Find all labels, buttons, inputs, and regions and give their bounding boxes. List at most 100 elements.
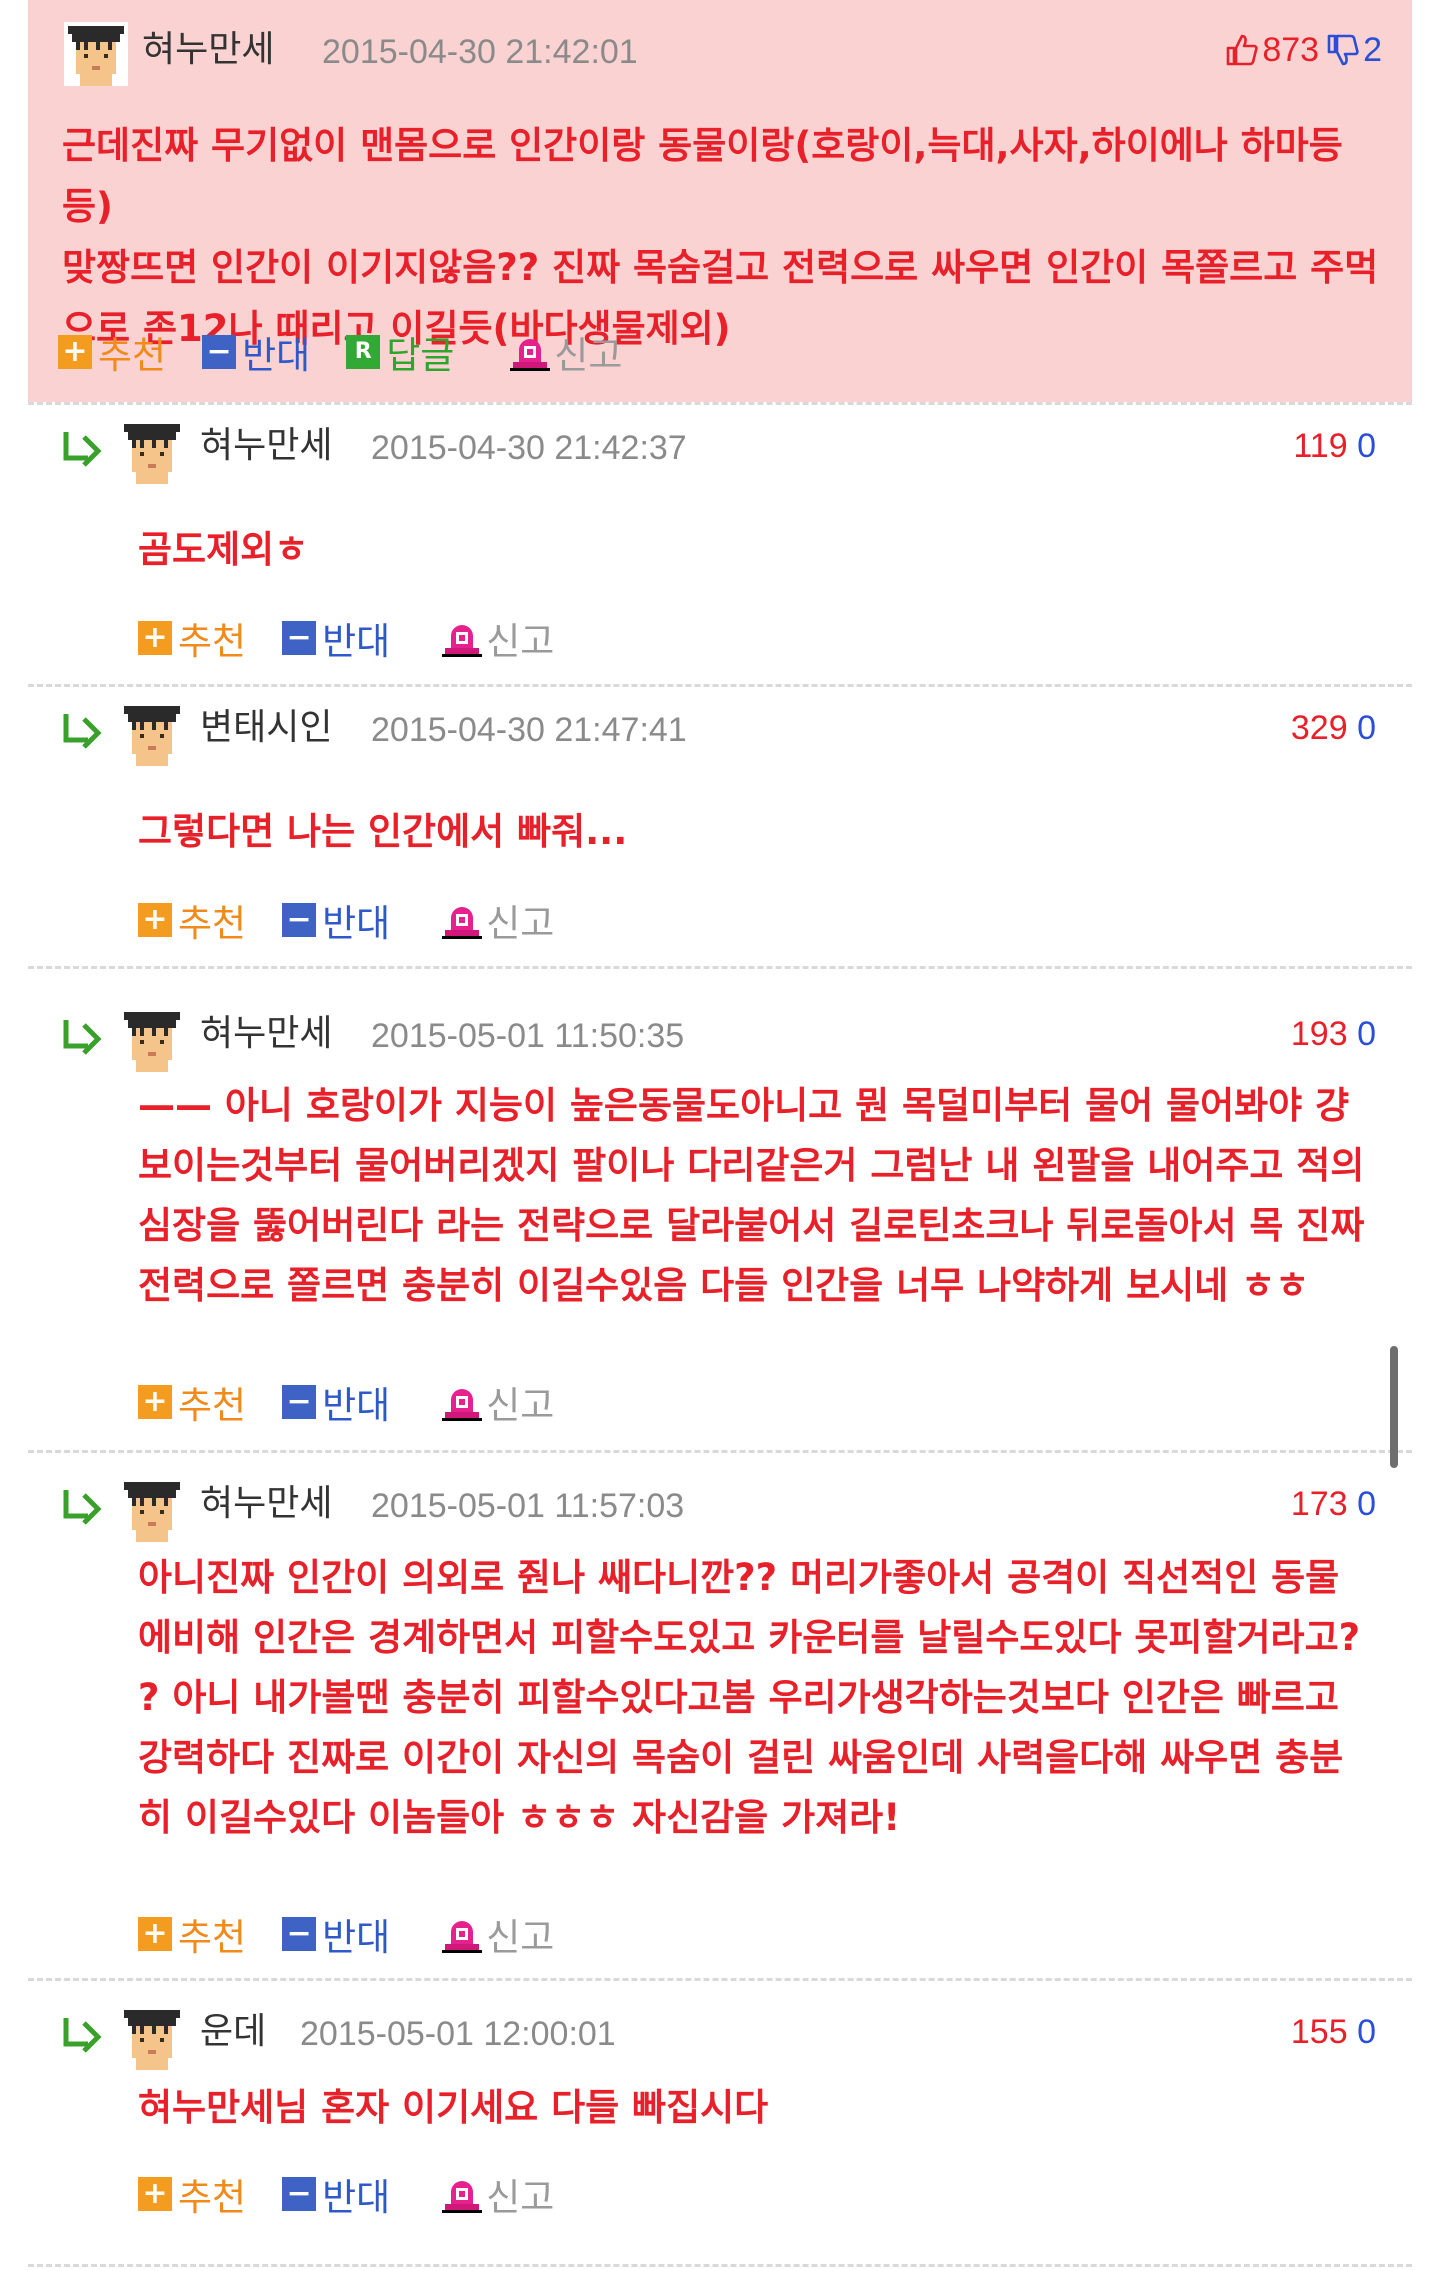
- oppose-label: 반대: [242, 334, 311, 377]
- post-upvotes: 873: [1262, 30, 1320, 69]
- comment-actions: + 추천 − 반대 신고: [138, 2172, 590, 2219]
- comment-item: 혀누만세 2015-05-01 11:57:03 173 0 아니진짜 인간이 …: [28, 1450, 1412, 1978]
- comment-timestamp: 2015-05-01 11:57:03: [371, 1487, 685, 1525]
- comment-body-line: —— 아니 호랑이가 지능이 높은동물도아니고 뭔 목덜미부터 물어 물어봐야 …: [138, 1084, 1350, 1127]
- avatar-icon[interactable]: [120, 1008, 184, 1072]
- report-button[interactable]: 신고: [442, 1375, 554, 1429]
- avatar-icon[interactable]: [120, 420, 184, 484]
- reply-arrow-icon: [58, 428, 106, 468]
- report-label: 신고: [486, 1384, 555, 1427]
- comment-downvotes: 0: [1357, 2013, 1376, 2051]
- comment-author[interactable]: 변태시인: [200, 708, 332, 748]
- oppose-button[interactable]: − 반대: [282, 893, 390, 947]
- scrollbar[interactable]: [1390, 1346, 1398, 1468]
- report-button[interactable]: 신고: [442, 1907, 554, 1961]
- comment-body-line: 심장을 뚫어버린다 라는 전략으로 달라붙어서 길로틴초크나 뒤로돌아서 목 진…: [138, 1204, 1365, 1247]
- plus-icon: +: [138, 903, 172, 937]
- recommend-button[interactable]: + 추천: [138, 1907, 246, 1961]
- comment-actions: + 추천 − 반대 신고: [138, 1380, 590, 1427]
- comment-vote-counts: 193 0: [1291, 1014, 1376, 1054]
- minus-icon: −: [282, 2177, 317, 2211]
- oppose-button[interactable]: − 반대: [282, 1907, 390, 1961]
- comment-body: 혀누만세님 혼자 이기세요 다들 빠집시다: [138, 2078, 1398, 2138]
- oppose-label: 반대: [322, 2176, 391, 2219]
- post-actions: + 추천 − 반대 R 답글 신고: [58, 330, 658, 377]
- recommend-button[interactable]: + 추천: [138, 1375, 246, 1429]
- recommend-label: 추천: [98, 334, 167, 377]
- comment-item: 혀누만세 2015-05-01 11:50:35 193 0 —— 아니 호랑이…: [28, 966, 1412, 1450]
- comment-downvotes: 0: [1357, 1485, 1376, 1523]
- report-label: 신고: [554, 334, 623, 377]
- recommend-label: 추천: [178, 1384, 247, 1427]
- minus-icon: −: [282, 903, 317, 937]
- post-vote-counts: 873 2: [1224, 28, 1382, 72]
- report-button[interactable]: 신고: [442, 611, 554, 665]
- thumbs-down-icon: [1325, 32, 1361, 68]
- recommend-button[interactable]: + 추천: [138, 2167, 246, 2221]
- plus-icon: +: [58, 335, 92, 369]
- comment-author[interactable]: 운데: [200, 2012, 266, 2052]
- report-button[interactable]: 신고: [510, 325, 622, 379]
- comment-body-line: 아니진짜 인간이 의외로 줜나 쌔다니깐?? 머리가좋아서 공격이 직선적인 동…: [138, 1556, 1340, 1599]
- comment-item: 혀누만세 2015-04-30 21:42:37 119 0 곰도제외ㅎ + 추천…: [28, 402, 1412, 684]
- comment-item: 변태시인 2015-04-30 21:47:41 329 0 그렇다면 나는 인…: [28, 684, 1412, 966]
- report-label: 신고: [486, 2176, 555, 2219]
- comment-body-line: 곰도제외ㅎ: [138, 528, 309, 571]
- comment-downvotes: 0: [1357, 1015, 1376, 1053]
- recommend-label: 추천: [178, 2176, 247, 2219]
- post-body: 근데진짜 무기없이 맨몸으로 인간이랑 동물이랑(호랑이,늑대,사자,하이에나 …: [62, 115, 1392, 359]
- thumbs-up-icon: [1224, 32, 1260, 68]
- oppose-label: 반대: [322, 620, 391, 663]
- comment-upvotes: 155: [1290, 2013, 1348, 2051]
- recommend-button[interactable]: + 추천: [138, 611, 246, 665]
- siren-icon: [442, 618, 482, 658]
- oppose-button[interactable]: − 반대: [282, 611, 390, 665]
- oppose-button[interactable]: − 반대: [282, 1375, 390, 1429]
- reply-arrow-icon: [58, 710, 106, 750]
- comment-body-line: 그렇다면 나는 인간에서 빠줘...: [138, 810, 628, 853]
- report-label: 신고: [486, 620, 555, 663]
- comment-downvotes: 0: [1357, 427, 1376, 465]
- comment-body-line: 에비해 인간은 경계하면서 피할수도있고 카운터를 날릴수도있다 못피할거라고?: [138, 1616, 1361, 1659]
- comment-timestamp: 2015-04-30 21:47:41: [371, 711, 687, 749]
- oppose-button[interactable]: − 반대: [202, 325, 310, 379]
- oppose-button[interactable]: − 반대: [282, 2167, 390, 2221]
- reply-label: 답글: [386, 334, 455, 377]
- avatar-icon[interactable]: [64, 22, 128, 86]
- recommend-label: 추천: [178, 902, 247, 945]
- comment-author[interactable]: 혀누만세: [200, 1014, 332, 1054]
- siren-icon: [442, 1382, 482, 1422]
- reply-button[interactable]: R 답글: [346, 325, 454, 379]
- post-author[interactable]: 혀누만세: [142, 30, 274, 70]
- avatar-icon[interactable]: [120, 1478, 184, 1542]
- avatar-icon[interactable]: [120, 2006, 184, 2070]
- recommend-button[interactable]: + 추천: [138, 893, 246, 947]
- comment-body: 곰도제외ㅎ: [138, 520, 1398, 580]
- recommend-label: 추천: [178, 620, 247, 663]
- reply-arrow-icon: [58, 1016, 106, 1056]
- siren-icon: [442, 1914, 482, 1954]
- reply-arrow-icon: [58, 1486, 106, 1526]
- post-body-line: 근데진짜 무기없이 맨몸으로 인간이랑 동물이랑(호랑이,늑대,사자,하이에나 …: [62, 124, 1343, 228]
- comment-upvotes: 329: [1290, 709, 1348, 747]
- post-timestamp: 2015-04-30 21:42:01: [322, 33, 638, 71]
- report-label: 신고: [486, 1916, 555, 1959]
- post-downvotes: 2: [1363, 30, 1382, 69]
- comment-vote-counts: 329 0: [1291, 708, 1376, 748]
- comment-body-line: 혀누만세님 혼자 이기세요 다들 빠집시다: [138, 2086, 769, 2129]
- report-label: 신고: [486, 902, 555, 945]
- comment-author[interactable]: 혀누만세: [200, 426, 332, 466]
- minus-icon: −: [282, 1917, 317, 1951]
- comment-upvotes: 173: [1290, 1485, 1348, 1523]
- avatar-icon[interactable]: [120, 702, 184, 766]
- comment-body-line: 히 이길수있다 이놈들아 ㅎㅎㅎ 자신감을 가져라!: [138, 1796, 901, 1839]
- recommend-button[interactable]: + 추천: [58, 325, 166, 379]
- comment-actions: + 추천 − 반대 신고: [138, 616, 590, 663]
- recommend-label: 추천: [178, 1916, 247, 1959]
- report-button[interactable]: 신고: [442, 2167, 554, 2221]
- comment-author[interactable]: 혀누만세: [200, 1484, 332, 1524]
- comment-downvotes: 0: [1357, 709, 1376, 747]
- post-header: 혀누만세 2015-04-30 21:42:01 873 2: [46, 20, 1382, 90]
- report-button[interactable]: 신고: [442, 893, 554, 947]
- oppose-label: 반대: [322, 1384, 391, 1427]
